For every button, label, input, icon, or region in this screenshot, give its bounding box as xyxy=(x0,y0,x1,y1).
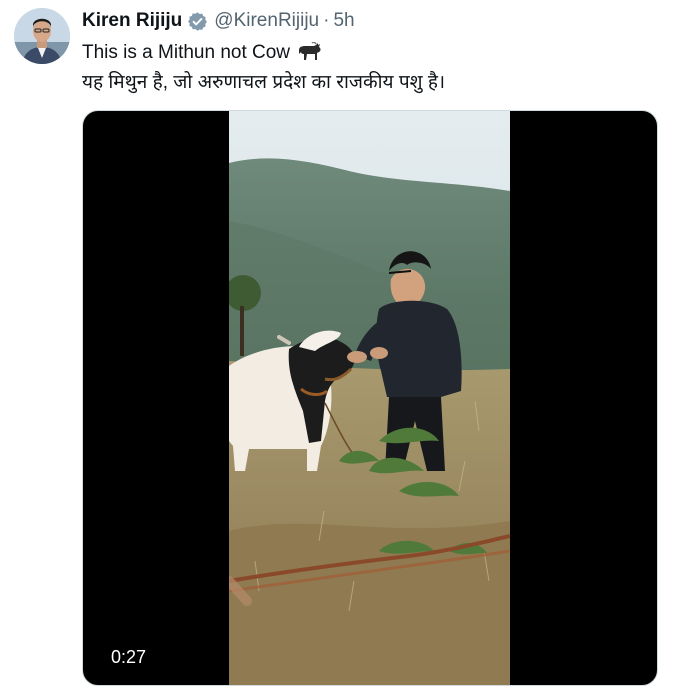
timestamp[interactable]: 5h xyxy=(333,10,354,32)
display-name[interactable]: Kiren Rijiju xyxy=(82,10,182,32)
video-player[interactable]: 0:27 xyxy=(82,110,658,686)
ox-emoji-icon xyxy=(296,41,322,70)
video-frame[interactable] xyxy=(229,111,510,685)
tweet-text-line-2: यह मिथुन है, जो अरुणाचल प्रदेश का राजकीय… xyxy=(82,72,446,93)
separator-dot: · xyxy=(323,10,330,31)
avatar[interactable] xyxy=(14,8,70,64)
tweet-text: This is a Mithun not Cow यह मिथुन है, जो… xyxy=(82,40,445,96)
tweet-text-line-1: This is a Mithun not Cow xyxy=(82,40,445,70)
verified-badge-icon[interactable] xyxy=(187,11,208,32)
tweet-header: Kiren Rijiju @KirenRijiju · 5h xyxy=(82,8,355,34)
video-duration: 0:27 xyxy=(111,647,147,667)
user-handle[interactable]: @KirenRijiju xyxy=(214,10,319,32)
